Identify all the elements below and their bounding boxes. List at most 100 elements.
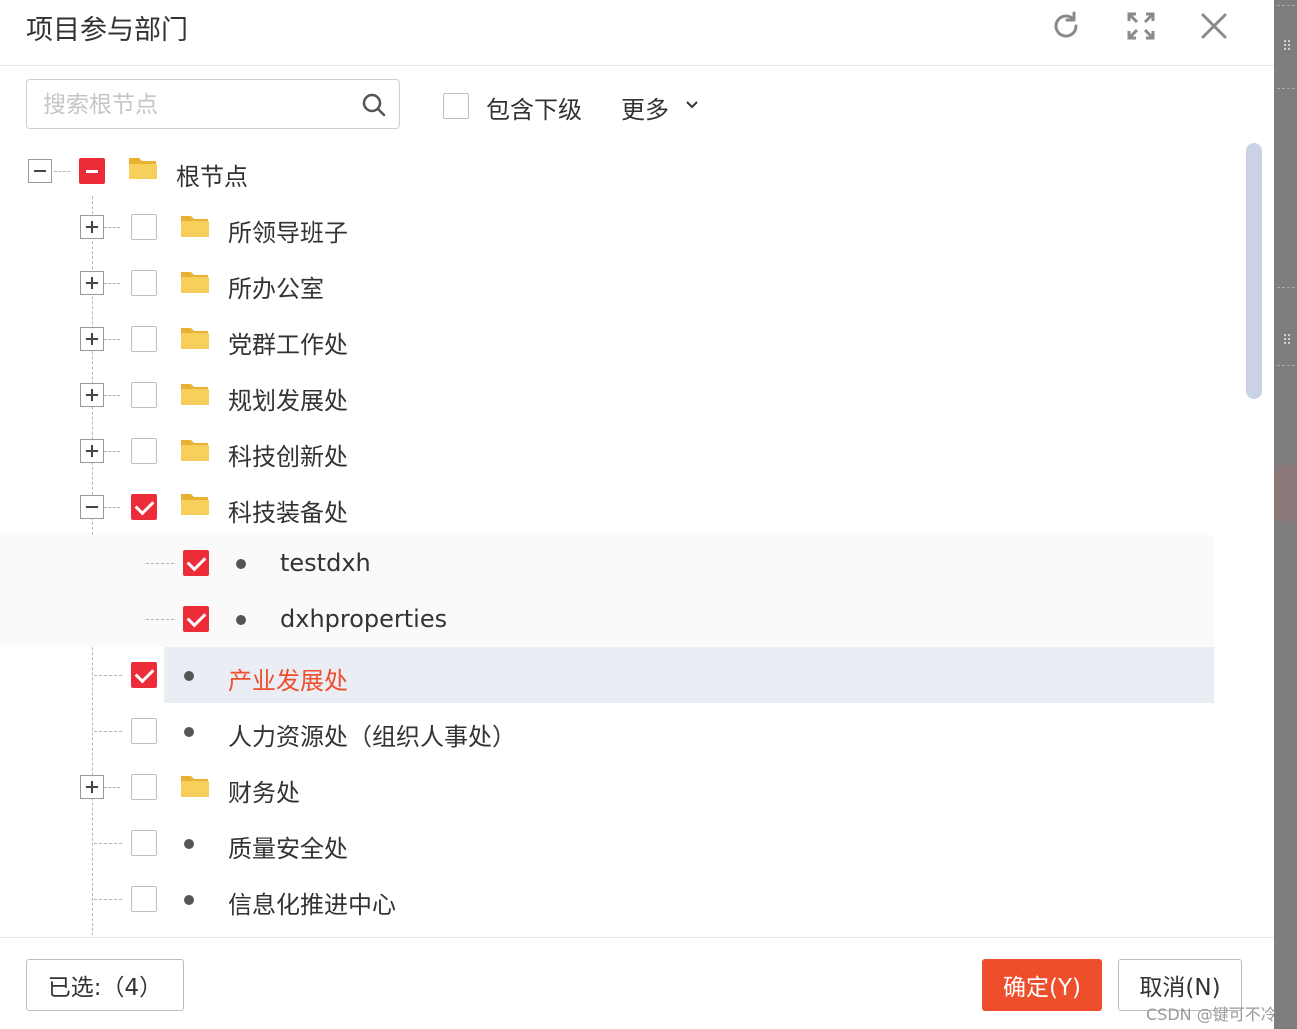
folder-icon	[181, 776, 209, 797]
divider	[1277, 88, 1295, 89]
collapse-toggle[interactable]	[80, 495, 104, 519]
leaf-bullet-icon	[184, 839, 194, 849]
watermark: CSDN @键可不冷	[1146, 1005, 1277, 1024]
leaf-bullet-icon	[184, 671, 194, 681]
tree-node[interactable]: 所办公室	[0, 255, 1214, 311]
node-checkbox[interactable]	[131, 662, 157, 688]
tree-node-label: 产业发展处	[228, 667, 348, 695]
tree-connector	[104, 227, 120, 228]
node-checkbox[interactable]	[131, 830, 157, 856]
expand-toggle[interactable]	[80, 215, 104, 239]
node-checkbox[interactable]	[131, 494, 157, 520]
tree-node-label: 科技装备处	[228, 499, 348, 527]
node-checkbox[interactable]	[131, 886, 157, 912]
divider	[1277, 365, 1295, 366]
include-sub-label: 包含下级	[486, 96, 582, 124]
tree-node[interactable]: 财务处	[0, 759, 1214, 815]
more-dropdown[interactable]: 更多	[621, 90, 669, 125]
expand-toggle[interactable]	[80, 271, 104, 295]
fullscreen-icon[interactable]	[1125, 10, 1157, 42]
expand-toggle[interactable]	[80, 383, 104, 407]
tree-connector	[104, 451, 120, 452]
tree-node-label: 所领导班子	[228, 219, 348, 247]
tree-node-label: 人力资源处（组织人事处）	[228, 723, 516, 751]
tree-node[interactable]: 人力资源处（组织人事处）	[0, 703, 1214, 759]
tree-connector	[94, 731, 122, 732]
tree-node-label: 财务处	[228, 779, 300, 807]
tree-connector	[146, 619, 174, 620]
tree-node[interactable]: 科技装备处	[0, 479, 1214, 535]
tree-node-label: 根节点	[176, 163, 248, 191]
expand-toggle[interactable]	[80, 439, 104, 463]
divider	[1277, 5, 1295, 6]
search-input[interactable]	[41, 86, 355, 124]
chevron-down-icon[interactable]	[684, 96, 700, 112]
department-picker-dialog: 项目参与部门 包含下级 更多 根节点	[0, 0, 1274, 1029]
leaf-bullet-icon	[184, 895, 194, 905]
expand-toggle[interactable]	[80, 775, 104, 799]
tree-connector	[94, 843, 122, 844]
background-page-edge: ⠿ ⠿	[1274, 0, 1297, 1029]
leaf-bullet-icon	[236, 615, 246, 625]
folder-icon	[181, 328, 209, 349]
tree-node[interactable]: 党群工作处	[0, 311, 1214, 367]
node-checkbox[interactable]	[131, 326, 157, 352]
close-icon[interactable]	[1198, 10, 1230, 42]
tree-node[interactable]: 质量安全处	[0, 815, 1214, 871]
node-checkbox[interactable]	[131, 718, 157, 744]
folder-open-icon	[181, 494, 209, 515]
node-checkbox[interactable]	[131, 270, 157, 296]
dialog-title: 项目参与部门	[26, 15, 188, 46]
node-checkbox[interactable]	[131, 438, 157, 464]
node-checkbox[interactable]	[131, 382, 157, 408]
footer-divider	[0, 937, 1274, 938]
root-checkbox[interactable]	[79, 158, 105, 184]
tree-connector	[104, 283, 120, 284]
tree-scrollbar[interactable]	[1246, 143, 1262, 399]
selected-count-button[interactable]: 已选:（4）	[26, 959, 184, 1011]
tree-node-label: 所办公室	[228, 275, 324, 303]
drag-handle-icon: ⠿	[1282, 39, 1293, 55]
tree-node-label: 质量安全处	[228, 835, 348, 863]
drag-handle-icon: ⠿	[1282, 333, 1293, 349]
include-sub-checkbox[interactable]	[443, 93, 469, 119]
node-checkbox[interactable]	[131, 774, 157, 800]
confirm-button[interactable]: 确定(Y)	[982, 959, 1102, 1011]
search-icon[interactable]	[361, 92, 387, 118]
tree-node-label: 党群工作处	[228, 331, 348, 359]
tree-node-child[interactable]: dxhproperties	[0, 591, 1214, 647]
search-box	[26, 79, 400, 129]
expand-toggle[interactable]	[80, 327, 104, 351]
folder-icon	[181, 272, 209, 293]
tree-node[interactable]: 信息化推进中心	[0, 871, 1214, 927]
tree-node-root[interactable]: 根节点	[0, 143, 1214, 199]
divider	[1277, 287, 1295, 288]
tree-node[interactable]: 规划发展处	[0, 367, 1214, 423]
tree-node-label: testdxh	[280, 549, 371, 577]
tree-connector	[104, 787, 120, 788]
collapse-toggle[interactable]	[28, 159, 52, 183]
tree-node-child[interactable]: testdxh	[0, 535, 1214, 591]
tree-node[interactable]: 产业发展处	[0, 647, 1214, 703]
tree-connector	[94, 899, 122, 900]
tree-connector	[104, 339, 120, 340]
folder-icon	[181, 440, 209, 461]
tree-connector	[104, 395, 120, 396]
tree-connector	[104, 507, 120, 508]
background-highlight	[1274, 465, 1297, 521]
node-checkbox[interactable]	[183, 550, 209, 576]
tree-node-label: 信息化推进中心	[228, 891, 396, 919]
leaf-bullet-icon	[236, 559, 246, 569]
leaf-bullet-icon	[184, 727, 194, 737]
tree-node-label: 科技创新处	[228, 443, 348, 471]
tree-node[interactable]: 所领导班子	[0, 199, 1214, 255]
node-checkbox[interactable]	[183, 606, 209, 632]
folder-open-icon	[129, 158, 157, 179]
refresh-icon[interactable]	[1050, 10, 1082, 42]
tree-node[interactable]: 科技创新处	[0, 423, 1214, 479]
node-checkbox[interactable]	[131, 214, 157, 240]
department-tree: 根节点 所领导班子 所办公室 党群工作处 规划发展处 科技创新处 科技装备处 t…	[0, 140, 1240, 935]
tree-node-label: 规划发展处	[228, 387, 348, 415]
folder-icon	[181, 384, 209, 405]
tree-node-label: dxhproperties	[280, 605, 448, 633]
